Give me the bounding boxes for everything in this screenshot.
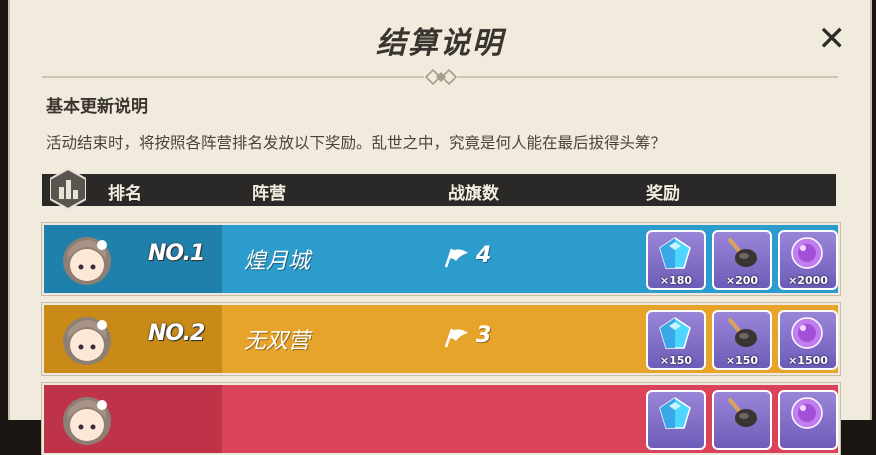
settlement-panel: 结算说明 ✕ 基本更新说明 活动结束时，将按照各阵营排名发放以下奖励。乱世之中，… — [8, 0, 872, 455]
header-flags: 战旗数 — [448, 184, 499, 204]
character-avatar — [63, 397, 111, 445]
reward-quantity: ×150 — [659, 354, 693, 367]
table-row: NO.2 无双营 3 ×150 ×150 ×1500 — [42, 303, 840, 375]
reward-item[interactable]: ×2000 — [778, 230, 838, 290]
section-title: 基本更新说明 — [46, 97, 148, 117]
character-avatar — [63, 317, 111, 365]
reward-item[interactable]: ×200 — [712, 230, 772, 290]
reward-item[interactable]: ×180 — [646, 230, 706, 290]
rank-label: NO.1 — [148, 241, 205, 266]
camp-name: 无双营 — [244, 329, 311, 354]
section-description: 活动结束时，将按照各阵营排名发放以下奖励。乱世之中，究竟是何人能在最后拔得头筹？ — [46, 134, 667, 152]
reward-quantity: ×200 — [725, 274, 759, 287]
character-avatar — [63, 237, 111, 285]
diamond-ornament-icon — [424, 68, 458, 86]
reward-item[interactable]: ×150 — [712, 310, 772, 370]
reward-item[interactable] — [712, 390, 772, 450]
rank-label: NO.2 — [148, 321, 205, 346]
reward-quantity: ×150 — [725, 354, 759, 367]
header-camp: 阵营 — [252, 184, 286, 204]
flag-count: 3 — [476, 323, 492, 348]
reward-quantity: ×2000 — [788, 274, 828, 287]
reward-item[interactable] — [778, 390, 838, 450]
flag-count: 4 — [476, 243, 492, 268]
header-reward: 奖励 — [646, 184, 680, 204]
reward-quantity: ×1500 — [788, 354, 828, 367]
reward-item[interactable]: ×1500 — [778, 310, 838, 370]
reward-item[interactable]: ×150 — [646, 310, 706, 370]
page-title: 结算说明 — [376, 26, 504, 61]
reward-item[interactable] — [646, 390, 706, 450]
header-rank: 排名 — [108, 184, 142, 204]
close-button[interactable]: ✕ — [818, 22, 847, 56]
table-row: NO.1 煌月城 4 ×180 ×200 ×2000 — [42, 223, 840, 295]
table-header: 排名 阵营 战旗数 奖励 — [42, 169, 836, 209]
flag-icon — [444, 328, 468, 348]
table-row — [42, 383, 840, 455]
flag-icon — [444, 248, 468, 268]
reward-quantity: ×180 — [659, 274, 693, 287]
ranking-bars-icon — [50, 169, 86, 209]
camp-name: 煌月城 — [244, 249, 311, 274]
